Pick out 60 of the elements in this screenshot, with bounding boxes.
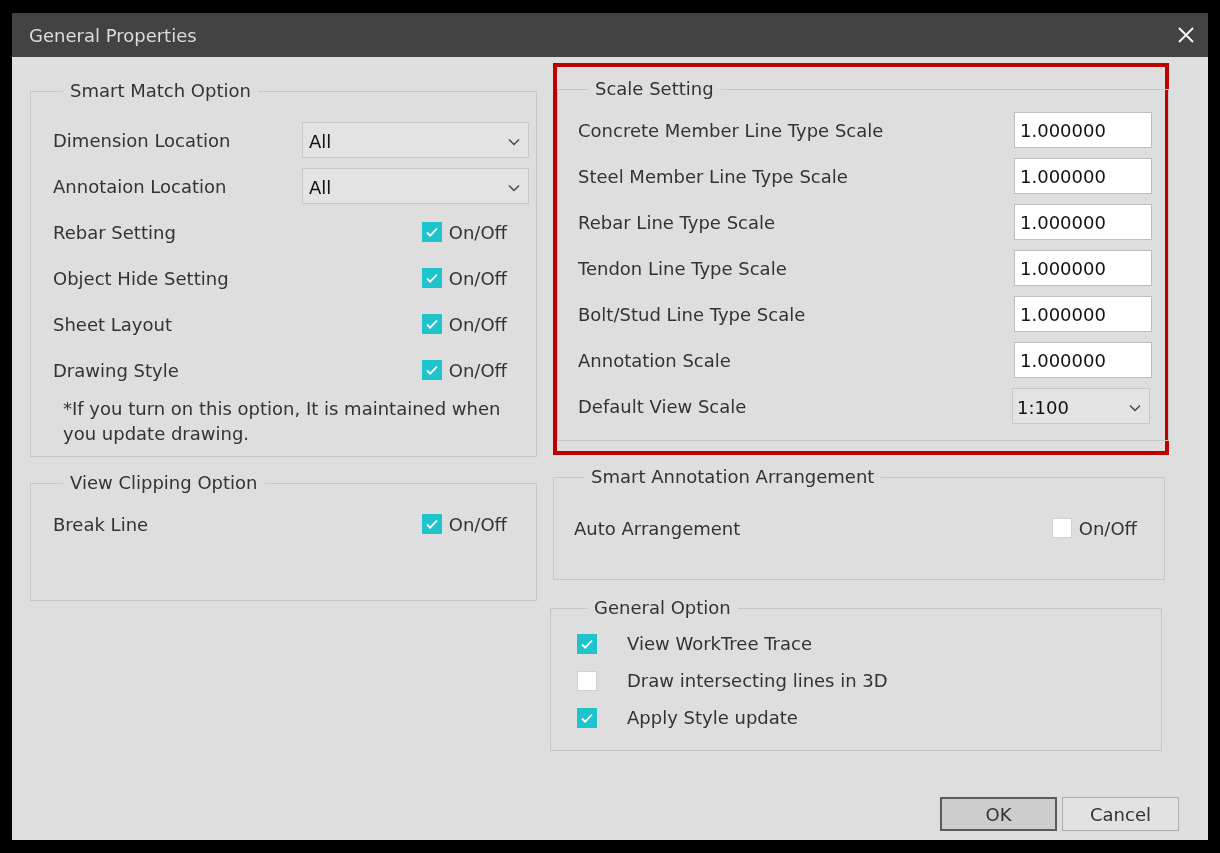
field-label: Auto Arrangement [574, 517, 741, 539]
check-icon [424, 317, 439, 331]
scale-input[interactable]: 1.000000 [1014, 112, 1152, 148]
field-label: Bolt/Stud Line Type Scale [578, 303, 806, 325]
default-button[interactable]: OK [940, 797, 1057, 831]
toggle-label: On/Off [448, 313, 507, 335]
close-icon[interactable] [1178, 27, 1194, 43]
group-title: General Option [593, 597, 732, 619]
check-icon [424, 517, 439, 531]
group-title: Smart Annotation Arrangement [590, 466, 876, 488]
toggle-label: On/Off [448, 513, 507, 535]
field-label: Sheet Layout [53, 313, 172, 335]
chevron-down-icon [508, 183, 520, 192]
chevron-down-icon [508, 137, 520, 146]
checkbox[interactable] [577, 670, 597, 691]
check-icon [424, 225, 439, 239]
field-label: Annotation Scale [578, 349, 731, 371]
field-label: Tendon Line Type Scale [578, 257, 787, 279]
checkbox[interactable] [421, 268, 442, 288]
checkbox[interactable] [1051, 518, 1072, 538]
field-label: Annotaion Location [53, 175, 227, 197]
window-title: General Properties [29, 24, 197, 46]
checkbox[interactable] [577, 707, 597, 728]
field-label: Drawing Style [53, 359, 179, 381]
field-label: Default View Scale [578, 395, 747, 417]
group-title: View Clipping Option [69, 472, 259, 494]
dropdown[interactable]: All [302, 122, 529, 158]
scale-input[interactable]: 1.000000 [1014, 204, 1152, 240]
field-label: Concrete Member Line Type Scale [578, 119, 884, 141]
field-label: Rebar Line Type Scale [578, 211, 776, 233]
note-text: *If you turn on this option, It is maintained when you update drawing. [62, 397, 502, 446]
field-label: Steel Member Line Type Scale [578, 165, 848, 187]
toggle-label: On/Off [448, 221, 507, 243]
check-icon [424, 271, 439, 285]
field-label: Break Line [53, 513, 149, 535]
scale-input[interactable]: 1.000000 [1014, 342, 1152, 378]
dropdown[interactable]: All [302, 168, 529, 204]
toggle-label: Draw intersecting lines in 3D [627, 670, 888, 691]
toggle-label: On/Off [448, 267, 507, 289]
checkbox[interactable] [421, 514, 442, 534]
scale-input[interactable]: 1.000000 [1014, 158, 1152, 194]
scale-input[interactable]: 1.000000 [1014, 250, 1152, 286]
group-title: Scale Setting [594, 78, 715, 100]
checkbox[interactable] [421, 314, 442, 334]
dialog-button[interactable]: Cancel [1062, 797, 1179, 831]
field-label: Rebar Setting [53, 221, 176, 243]
chevron-down-icon [1129, 403, 1141, 412]
field-label: Dimension Location [53, 129, 231, 151]
checkbox[interactable] [577, 633, 597, 654]
toggle-label: View WorkTree Trace [627, 633, 812, 654]
check-icon [424, 363, 439, 377]
dropdown[interactable]: 1:100 [1012, 388, 1150, 424]
field-label: Object Hide Setting [53, 267, 229, 289]
toggle-label: Apply Style update [627, 707, 798, 728]
toggle-label: On/Off [1078, 517, 1137, 539]
toggle-label: On/Off [448, 359, 507, 381]
group-title: Smart Match Option [69, 80, 252, 102]
checkbox[interactable] [421, 360, 442, 380]
scale-input[interactable]: 1.000000 [1014, 296, 1152, 332]
checkbox[interactable] [421, 222, 442, 242]
